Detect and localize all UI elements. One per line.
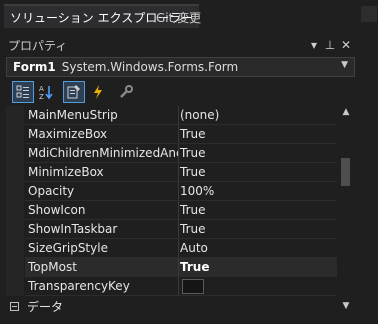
property-name: Opacity <box>28 184 75 198</box>
category-row-data[interactable]: データ <box>6 297 337 316</box>
property-row-sizegripstyle[interactable]: SizeGripStyle Auto <box>6 239 337 258</box>
property-name: MdiChildrenMinimizedAnchorBottom <box>28 146 178 160</box>
scroll-down-icon[interactable]: ▼ <box>339 300 353 312</box>
property-row-maximizebox[interactable]: MaximizeBox True <box>6 125 337 144</box>
property-value[interactable]: (none) <box>179 106 337 124</box>
categorized-button[interactable] <box>12 81 34 103</box>
property-name: SizeGripStyle <box>28 241 108 255</box>
property-value[interactable]: True <box>179 201 337 219</box>
property-value[interactable]: True <box>179 258 337 276</box>
wrench-icon <box>120 85 133 98</box>
property-value[interactable]: 100% <box>179 182 337 200</box>
property-row-mainmenustrip[interactable]: MainMenuStrip (none) <box>6 106 337 125</box>
property-row-transparencykey[interactable]: TransparencyKey <box>6 277 337 296</box>
alphabetical-icon: A Z <box>39 85 53 100</box>
window-corner-button[interactable] <box>361 6 377 22</box>
vertical-scrollbar[interactable] <box>339 106 353 316</box>
property-name: MainMenuStrip <box>28 108 118 122</box>
categorized-icon <box>16 85 29 98</box>
row-gutter <box>6 277 24 296</box>
property-row-showicon[interactable]: ShowIcon True <box>6 201 337 220</box>
property-grid: MainMenuStrip (none) MaximizeBox True Md… <box>6 106 337 298</box>
row-gutter <box>6 163 24 182</box>
object-selector[interactable]: Form1 System.Windows.Forms.Form ▼ <box>6 57 355 77</box>
events-icon <box>94 85 102 99</box>
property-value[interactable]: True <box>179 144 337 162</box>
property-name: MaximizeBox <box>28 127 108 141</box>
property-value[interactable]: True <box>179 163 337 181</box>
object-type: System.Windows.Forms.Form <box>61 60 239 74</box>
property-value[interactable]: True <box>179 220 337 238</box>
row-gutter <box>6 182 24 201</box>
tab-git-changes-label: Git 変更 <box>156 10 202 25</box>
properties-toolbar <box>6 79 355 105</box>
row-gutter <box>6 239 24 258</box>
row-divider <box>25 295 337 296</box>
column-divider[interactable] <box>178 277 179 296</box>
property-row-showintaskbar[interactable]: ShowInTaskbar True <box>6 220 337 239</box>
tab-git-changes[interactable]: Git 変更 <box>156 6 201 28</box>
row-gutter <box>6 258 24 277</box>
scroll-up-icon[interactable]: ▲ <box>339 106 353 118</box>
property-value[interactable]: Auto <box>179 239 337 257</box>
property-name: TopMost <box>25 258 178 276</box>
events-button[interactable] <box>87 81 109 103</box>
row-gutter <box>6 106 24 125</box>
row-gutter <box>6 220 24 239</box>
property-row-minimizebox[interactable]: MinimizeBox True <box>6 163 337 182</box>
property-name: ShowInTaskbar <box>28 222 118 236</box>
properties-icon <box>67 85 80 99</box>
property-row-opacity[interactable]: Opacity 100% <box>6 182 337 201</box>
properties-title: プロパティ <box>8 39 68 53</box>
row-gutter <box>6 144 24 163</box>
svg-text:A: A <box>39 85 44 93</box>
color-swatch[interactable] <box>182 279 204 294</box>
chevron-down-icon: ▼ <box>341 60 348 70</box>
pin-icon[interactable]: ⊥ <box>322 36 338 54</box>
properties-button[interactable] <box>63 81 85 103</box>
row-gutter <box>6 125 24 144</box>
window-options-dropdown-icon[interactable]: ▾ <box>306 36 322 54</box>
row-gutter <box>6 201 24 220</box>
property-row-mdichildrenminimizedanchorbottom[interactable]: MdiChildrenMinimizedAnchorBottom True <box>6 144 337 163</box>
svg-text:Z: Z <box>39 93 44 100</box>
property-name: MinimizeBox <box>28 165 104 179</box>
category-label: データ <box>27 300 64 314</box>
alphabetical-button[interactable]: A Z <box>35 81 57 103</box>
property-pages-button[interactable] <box>115 81 137 103</box>
property-row-topmost[interactable]: TopMost True <box>6 258 337 277</box>
collapse-icon[interactable] <box>10 302 19 311</box>
property-name: TransparencyKey <box>28 279 130 293</box>
property-value[interactable]: True <box>179 125 337 143</box>
close-icon[interactable]: ✕ <box>338 36 354 54</box>
object-name: Form1 <box>13 60 56 74</box>
scrollbar-thumb[interactable] <box>341 158 350 186</box>
property-name: ShowIcon <box>28 203 86 217</box>
